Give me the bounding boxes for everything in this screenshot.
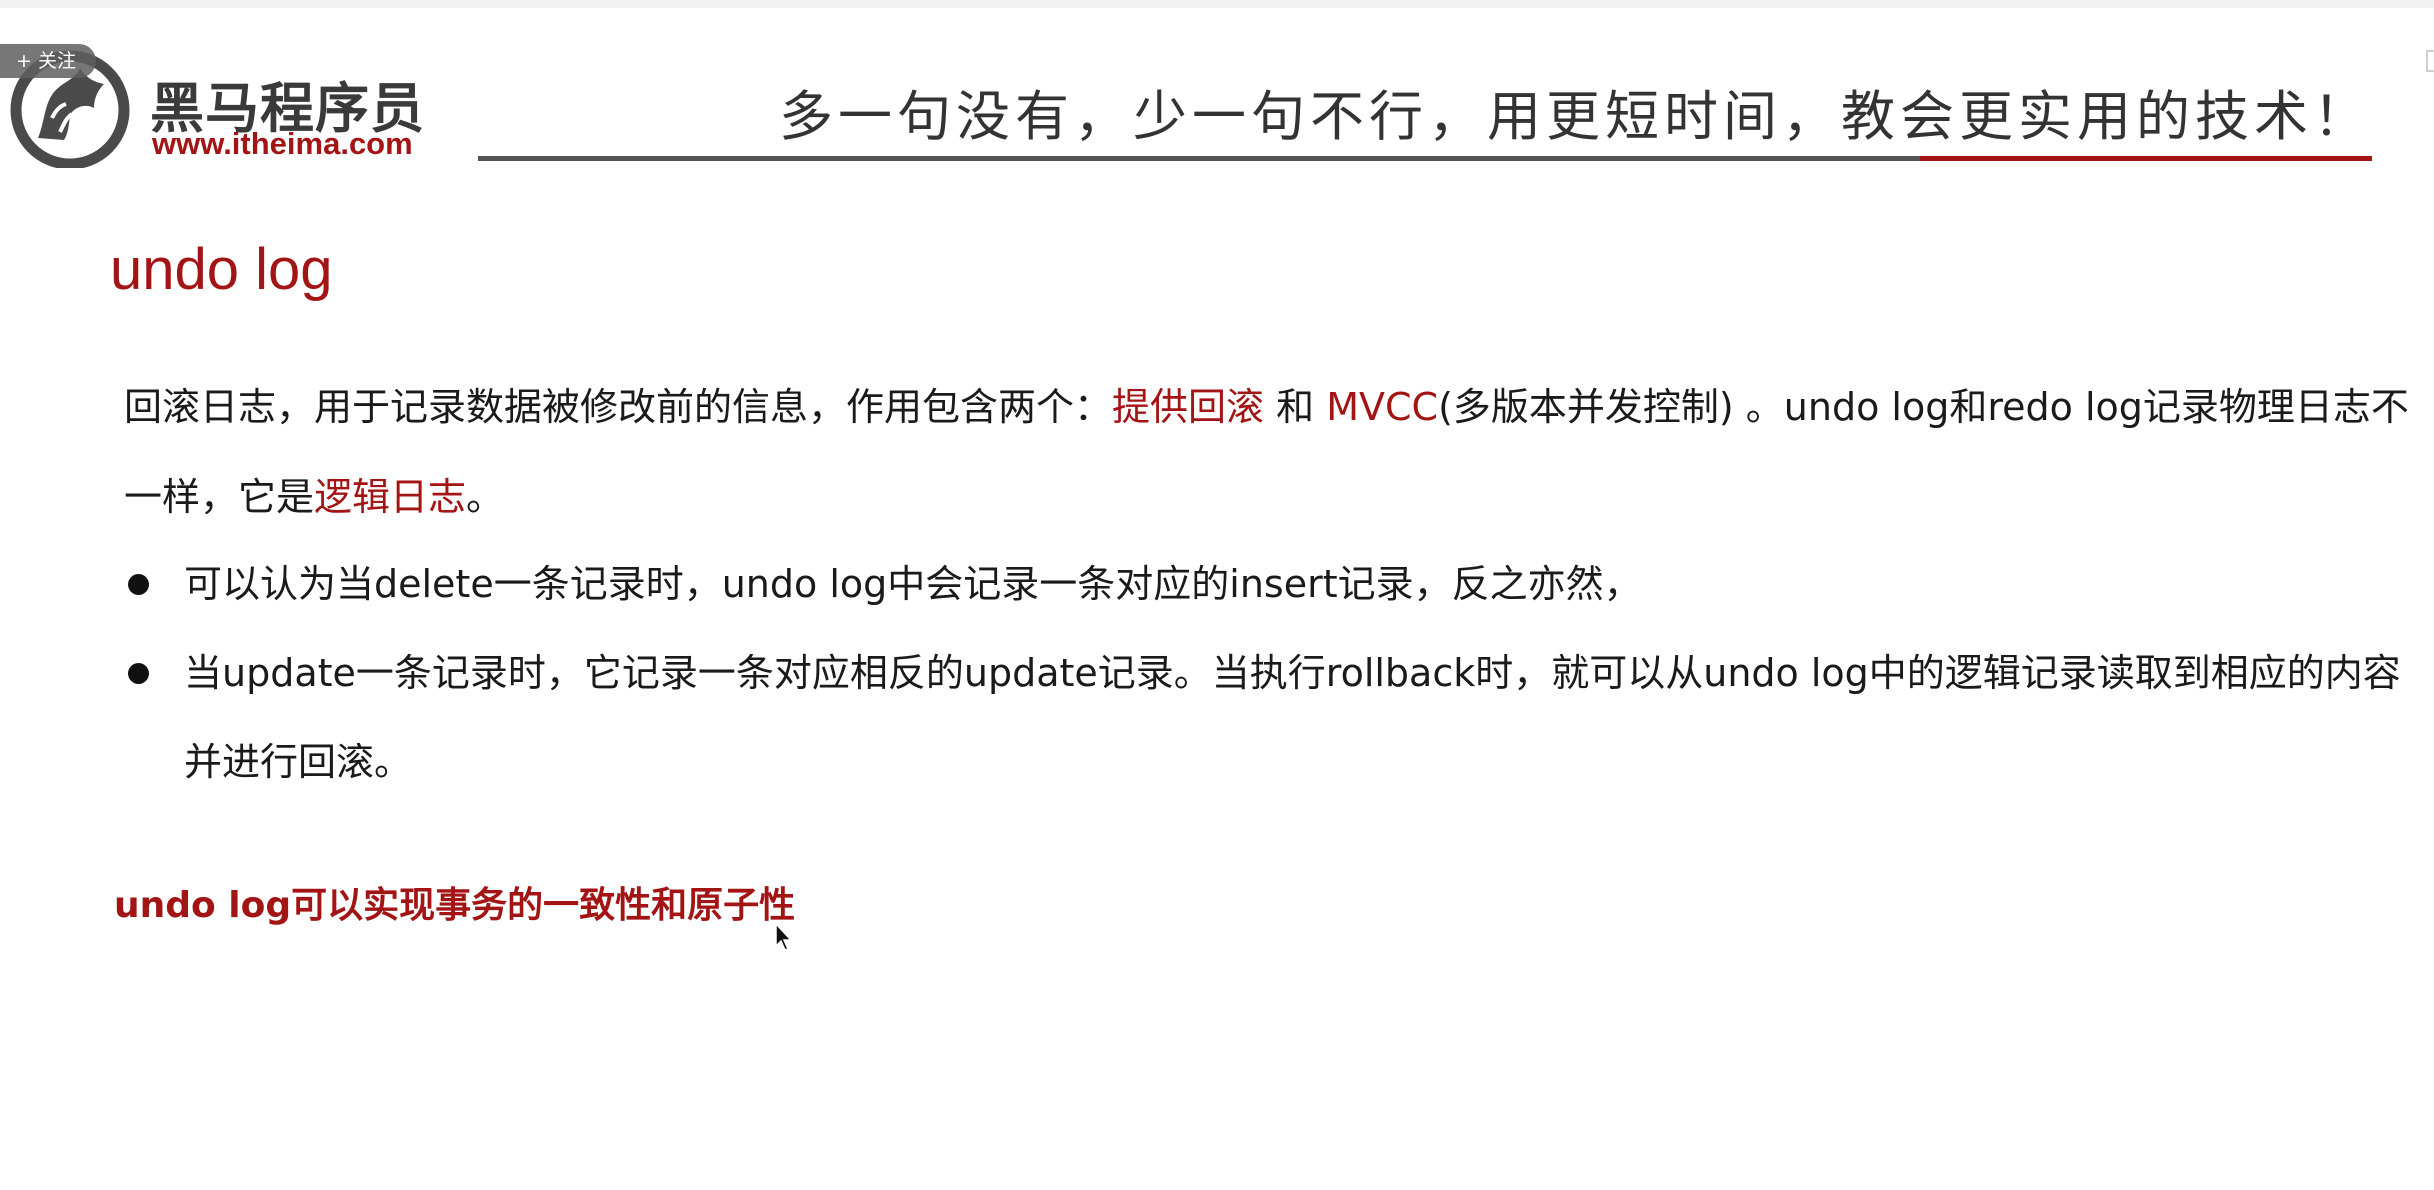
intro-text-2: 和 [1264, 385, 1327, 429]
header-divider [478, 156, 1920, 161]
bullet-line: 可以认为当delete一条记录时，undo log中会记录一条对应的insert… [184, 562, 1642, 606]
slide-title: undo log [110, 237, 333, 302]
header-divider-accent [1920, 156, 2372, 161]
list-item: 当update一条记录时，它记录一条对应相反的update记录。当执行rollb… [124, 629, 2401, 807]
brand-url: www.itheima.com [152, 126, 413, 161]
intro-line-1: 回滚日志，用于记录数据被修改前的信息，作用包含两个：提供回滚 和 MVCC(多版… [124, 362, 2409, 452]
bullet-dot-icon [128, 663, 149, 684]
conclusion-text: undo log可以实现事务的一致性和原子性 [114, 885, 796, 926]
intro-text-1: 回滚日志，用于记录数据被修改前的信息，作用包含两个： [124, 385, 1113, 429]
header-slogan: 多一句没有，少一句不行，用更短时间，教会更实用的技术！ [779, 85, 2372, 148]
intro-text-4: 一样，它是 [124, 475, 315, 519]
list-item: 可以认为当delete一条记录时，undo log中会记录一条对应的insert… [124, 540, 2349, 629]
intro-line-2: 一样，它是逻辑日志。 [124, 452, 2349, 542]
intro-paragraph: 回滚日志，用于记录数据被修改前的信息，作用包含两个：提供回滚 和 MVCC(多版… [124, 362, 2409, 542]
bullet-dot-icon [128, 574, 149, 595]
mouse-pointer-icon [775, 922, 793, 951]
edge-handle [2426, 50, 2434, 72]
bullet-line: 当update一条记录时，它记录一条对应相反的update记录。当执行rollb… [184, 651, 2401, 695]
bullet-line-continued: 并进行回滚。 [184, 740, 413, 784]
intro-text-5: 。 [466, 475, 505, 519]
slide-page: + 关注 黑马程序员 www.itheima.com 多一句没有，少一句不行，用… [0, 0, 2434, 1190]
top-strip [0, 0, 2434, 8]
bullet-list: 可以认为当delete一条记录时，undo log中会记录一条对应的insert… [124, 540, 2401, 807]
highlight-rollback: 提供回滚 [1112, 385, 1265, 429]
follow-button[interactable]: + 关注 [0, 44, 96, 78]
highlight-logical-log: 逻辑日志 [314, 475, 467, 519]
intro-text-3: (多版本并发控制) 。undo log和redo log记录物理日志不 [1438, 385, 2409, 429]
highlight-mvcc: MVCC [1326, 385, 1439, 429]
